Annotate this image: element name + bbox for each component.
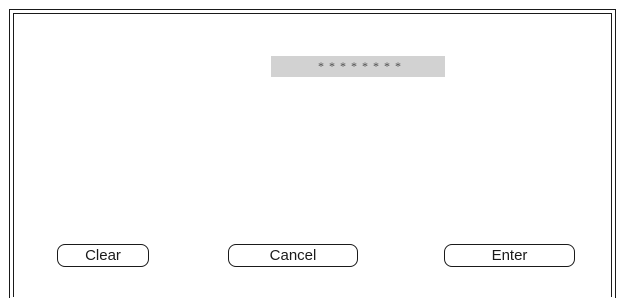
enter-button[interactable]: Enter [444,244,575,267]
password-field[interactable]: * * * * * * * * [271,56,445,77]
cancel-button[interactable]: Cancel [228,244,358,267]
clear-button[interactable]: Clear [57,244,149,267]
